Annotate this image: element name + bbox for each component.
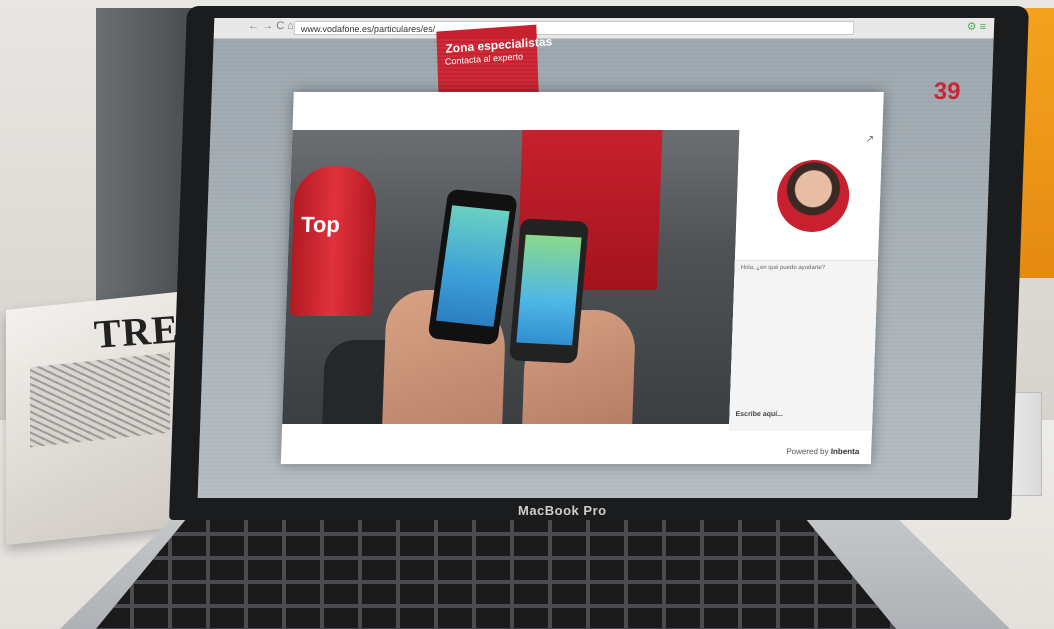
price-right: 39 — [933, 78, 961, 105]
chat-message: Hola, ¿en qué puedo ayudarte? — [740, 265, 826, 271]
video-feed: Top — [282, 130, 740, 424]
agent-avatar — [775, 160, 851, 232]
magazine-illustration — [30, 352, 170, 448]
powered-prefix: Powered by — [786, 447, 829, 456]
store-red-stand — [289, 166, 378, 316]
call-sidebar: ↗ Hola, ¿en qué puedo ayudarte? Escribe … — [728, 130, 883, 431]
stand-label: Top — [300, 212, 341, 237]
browser-toolbar: ← → C ⌂ www.vodafone.es/particulares/es/… — [213, 18, 995, 39]
chat-panel: Hola, ¿en qué puedo ayudarte? Escribe aq… — [728, 260, 878, 431]
phone-small-screen — [516, 234, 582, 346]
phone-large-screen — [436, 205, 510, 327]
expand-icon[interactable]: ↗ — [866, 134, 875, 145]
chat-input[interactable]: Escribe aquí... — [735, 411, 783, 418]
phone-small — [508, 218, 589, 364]
laptop-brand-label: MacBook Pro — [518, 503, 607, 518]
address-bar[interactable]: www.vodafone.es/particulares/es/ — [293, 21, 855, 35]
phone-large — [427, 188, 518, 346]
browser-menu-icon[interactable]: ⚙ ≡ — [967, 20, 987, 33]
browser-nav-icons[interactable]: ← → C ⌂ — [248, 20, 294, 32]
keyboard-rows — [96, 512, 896, 629]
powered-brand: Inbentа — [830, 447, 860, 456]
video-call-modal: Top ↗ Hola, ¿en qué puedo ayudarte? Escr… — [280, 92, 884, 464]
laptop-screen: ← → C ⌂ www.vodafone.es/particulares/es/… — [197, 18, 995, 498]
powered-by-label: Powered by Inbentа — [786, 447, 859, 456]
